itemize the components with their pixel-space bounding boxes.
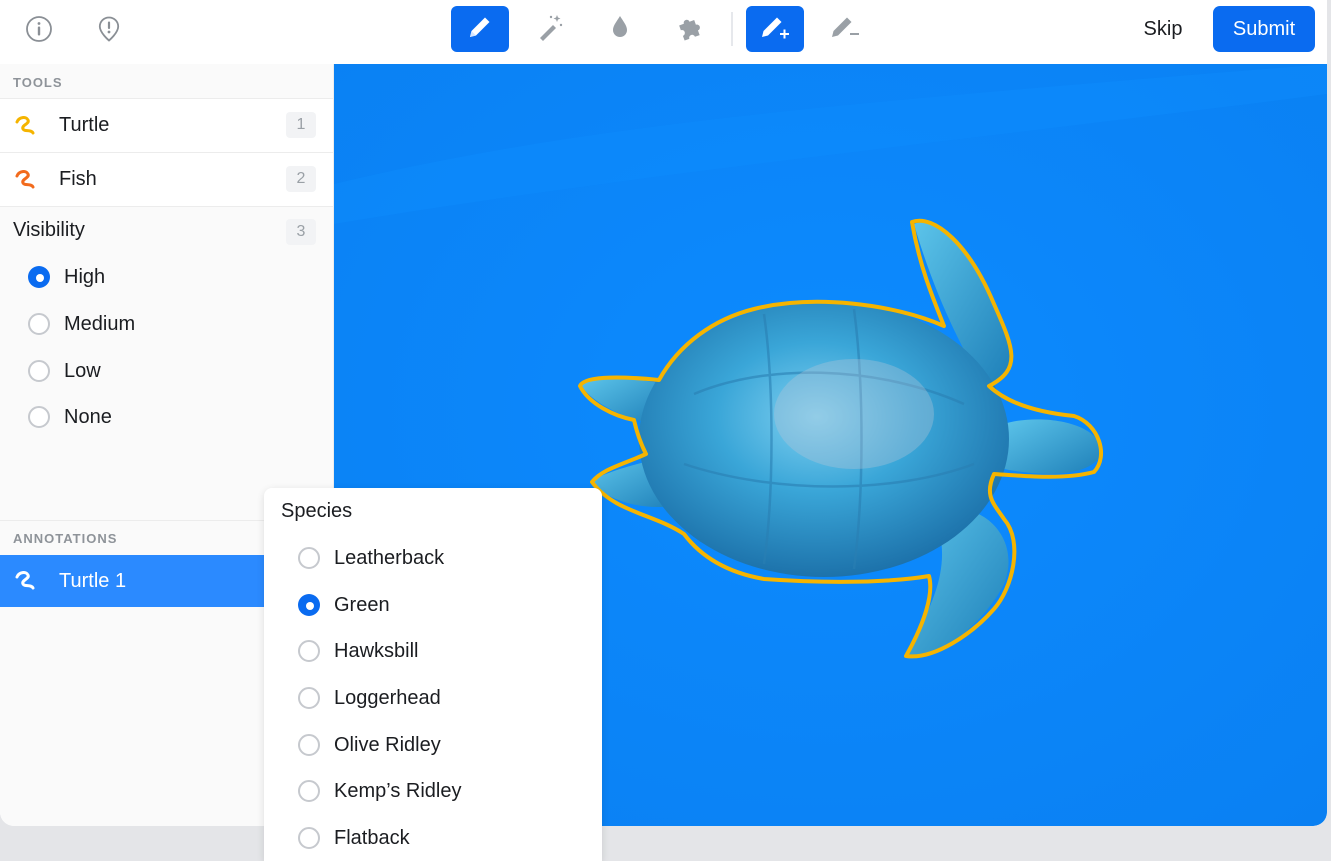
annotation-label: Turtle 1 <box>59 570 127 592</box>
radio-button[interactable] <box>298 734 320 756</box>
drop-tool-button[interactable] <box>591 6 649 52</box>
hotkey-badge: 1 <box>286 112 316 138</box>
radio-button[interactable] <box>298 780 320 802</box>
drop-icon <box>605 12 635 47</box>
tool-item-fish[interactable]: Fish 2 <box>0 153 333 206</box>
pencil-tool-button[interactable] <box>451 6 509 52</box>
radio-button[interactable] <box>298 547 320 569</box>
polygon-icon <box>14 568 40 594</box>
pencil-subtract-tool-button[interactable] <box>816 6 874 52</box>
radio-button[interactable] <box>298 640 320 662</box>
radio-label: Medium <box>64 312 136 335</box>
annotations-section-header: ANNOTATIONS <box>13 531 118 546</box>
magic-wand-tool-button[interactable] <box>521 6 579 52</box>
radio-button[interactable] <box>28 266 50 288</box>
fish-polygon-icon <box>14 167 40 193</box>
radio-label: Green <box>334 593 390 616</box>
hotkey-badge: 3 <box>286 219 316 245</box>
top-toolbar: Skip Submit <box>0 0 1327 64</box>
radio-button[interactable] <box>298 594 320 616</box>
species-option-green[interactable]: Green <box>298 590 390 620</box>
visibility-option-low[interactable]: Low <box>28 356 101 386</box>
species-option-leatherback[interactable]: Leatherback <box>298 543 444 573</box>
tool-label: Fish <box>59 168 97 190</box>
puzzle-icon <box>675 12 705 47</box>
info-icon[interactable] <box>24 14 54 44</box>
species-option-loggerhead[interactable]: Loggerhead <box>298 683 441 713</box>
toolbar-divider <box>731 12 733 46</box>
magic-wand-icon <box>535 12 565 47</box>
radio-label: Hawksbill <box>334 639 419 662</box>
skip-button[interactable]: Skip <box>1130 8 1196 50</box>
tool-item-turtle[interactable]: Turtle 1 <box>0 99 333 152</box>
annotation-item-turtle-1[interactable]: Turtle 1 <box>0 555 264 607</box>
radio-label: None <box>64 405 112 428</box>
visibility-option-none[interactable]: None <box>28 402 112 432</box>
tool-label: Turtle <box>59 114 110 136</box>
radio-label: High <box>64 265 106 288</box>
hotkey-badge: 2 <box>286 166 316 192</box>
radio-button[interactable] <box>298 687 320 709</box>
submit-button[interactable]: Submit <box>1213 6 1315 52</box>
species-title: Species <box>281 500 353 522</box>
radio-label: Olive Ridley <box>334 733 441 756</box>
radio-label: Low <box>64 359 101 382</box>
pencil-plus-icon <box>758 12 792 47</box>
turtle-polygon-icon <box>14 113 40 139</box>
radio-button[interactable] <box>28 406 50 428</box>
radio-label: Loggerhead <box>334 686 441 709</box>
radio-label: Leatherback <box>334 546 445 569</box>
species-option-flatback[interactable]: Flatback <box>298 823 410 853</box>
species-popup: Species Leatherback Green Hawksbill Logg… <box>264 488 602 861</box>
species-option-olive-ridley[interactable]: Olive Ridley <box>298 730 441 760</box>
divider <box>0 206 333 207</box>
puzzle-tool-button[interactable] <box>661 6 719 52</box>
radio-label: Flatback <box>334 826 410 849</box>
species-option-hawksbill[interactable]: Hawksbill <box>298 636 418 666</box>
pencil-icon <box>465 12 495 47</box>
tools-section-header: TOOLS <box>13 75 63 90</box>
visibility-label: Visibility <box>13 219 85 241</box>
visibility-option-high[interactable]: High <box>28 262 105 292</box>
radio-button[interactable] <box>298 827 320 849</box>
species-option-kemps-ridley[interactable]: Kemp’s Ridley <box>298 776 461 806</box>
pencil-add-tool-button[interactable] <box>746 6 804 52</box>
visibility-option-medium[interactable]: Medium <box>28 309 135 339</box>
radio-button[interactable] <box>28 360 50 382</box>
app-window: Skip Submit TOOLS Turtle 1 Fish 2 Visibi… <box>0 0 1327 826</box>
alert-pin-icon[interactable] <box>94 14 124 44</box>
radio-label: Kemp’s Ridley <box>334 779 462 802</box>
radio-button[interactable] <box>28 313 50 335</box>
pencil-minus-icon <box>828 12 862 47</box>
